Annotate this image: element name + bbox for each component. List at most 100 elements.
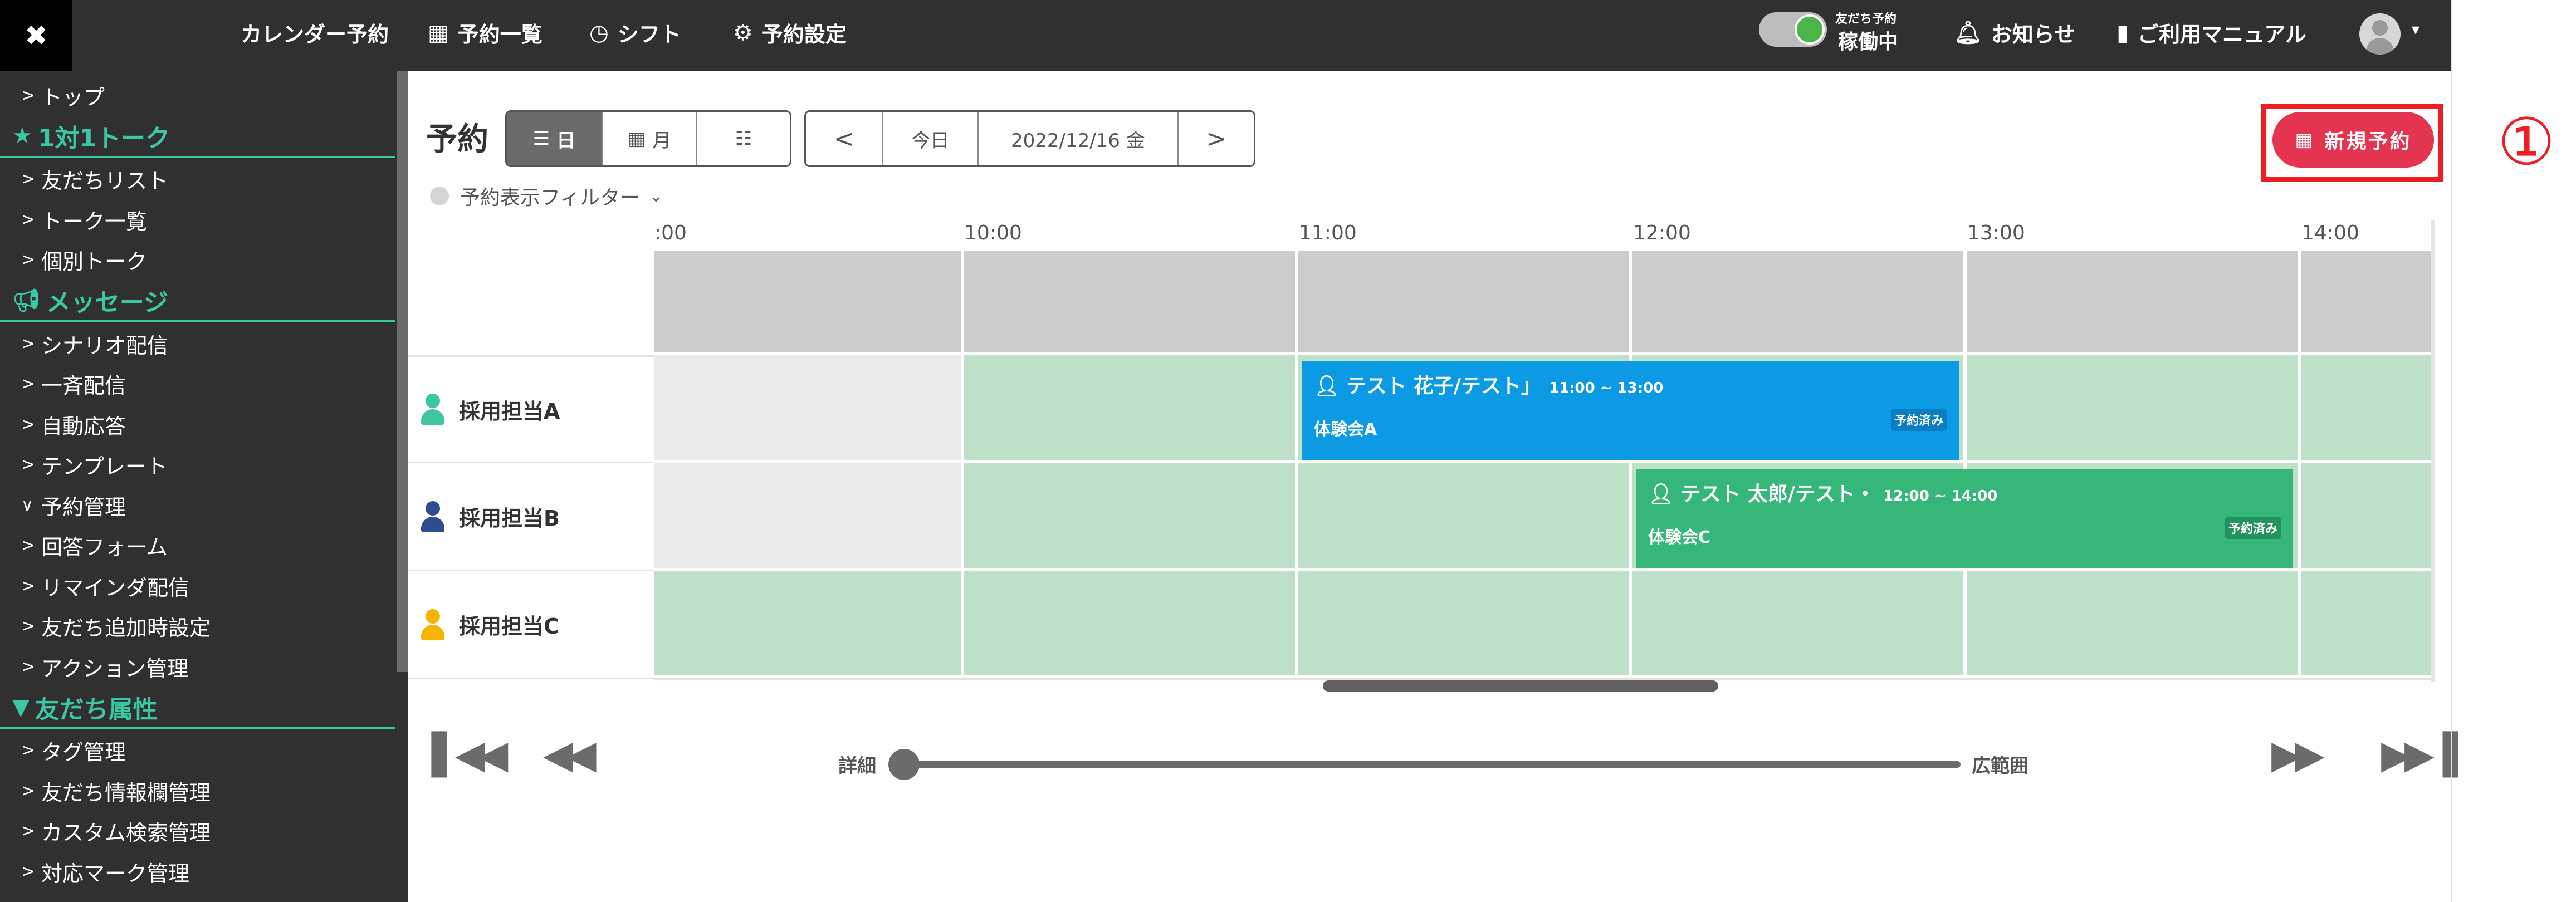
sidebar-item-label: トーク一覧 (41, 209, 148, 234)
time-slot[interactable] (1632, 571, 1967, 678)
toggle-knob (1795, 14, 1825, 45)
time-slot[interactable] (964, 571, 1298, 678)
current-date-label: 2022/12/16 金 (1010, 129, 1145, 152)
sidebar-item[interactable]: > カスタム検索管理 (0, 811, 395, 851)
resource-row: 採用担当A (408, 355, 654, 463)
skip-first-button[interactable]: ▌◀◀ (432, 735, 508, 774)
manual-link[interactable]: ▮ ご利用マニュアル (2116, 0, 2306, 65)
avatar-caret-icon[interactable]: ▾ (2412, 20, 2419, 38)
skip-last-button[interactable]: ▶▶▐ (2381, 735, 2457, 774)
chevron-right-icon: > (21, 616, 36, 636)
view-month-button[interactable]: ▦ 月 (603, 112, 697, 165)
view-month-label: 月 (652, 129, 672, 152)
header-slot (2301, 251, 2431, 355)
prev-day-button[interactable]: < (806, 112, 883, 165)
skip-forward-button[interactable]: ▶▶ (2271, 735, 2325, 774)
today-label: 今日 (911, 129, 950, 152)
sidebar-item[interactable]: > 個別トーク (0, 240, 395, 280)
avatar[interactable] (2359, 13, 2401, 55)
sidebar-item[interactable]: > 回答フォーム (0, 526, 395, 566)
header-slot (654, 251, 964, 355)
view-list-button[interactable]: ☷ (697, 112, 790, 165)
close-menu-button[interactable]: ✖ (0, 0, 72, 71)
sidebar-item[interactable]: > タグ管理 (0, 731, 395, 771)
nav-calendar-reservation-label: カレンダー予約 (241, 22, 389, 47)
nav-reservation-settings[interactable]: ⚙ 予約設定 (733, 0, 847, 65)
current-date[interactable]: 2022/12/16 金 (979, 112, 1179, 165)
chevron-right-icon: > (21, 821, 36, 841)
sidebar-item[interactable]: > テンプレート (0, 445, 395, 485)
timeline-edge (2431, 220, 2435, 682)
timeline-grid[interactable] (654, 251, 2431, 678)
sidebar-item[interactable]: > 友だち情報欄管理 (0, 771, 395, 811)
notifications-link[interactable]: 🔔︎ お知らせ (1954, 0, 2075, 65)
time-slot[interactable] (1298, 571, 1632, 678)
event-time: 12:00 ~ 14:00 (1883, 488, 1998, 504)
sidebar-item-label: 予約管理 (41, 494, 126, 519)
sidebar-item[interactable]: > 自動応答 (0, 404, 395, 444)
step-annotation: ① (2497, 105, 2555, 180)
status-badge: 予約済み (1890, 409, 1947, 431)
person-icon (420, 609, 446, 640)
star-icon: ★ (12, 122, 32, 149)
time-slot[interactable] (964, 463, 1298, 571)
time-slot[interactable] (1967, 355, 2301, 463)
next-day-button[interactable]: > (1179, 112, 1254, 165)
reservation-filter-toggle[interactable]: 予約表示フィルター ⌄ (430, 182, 663, 210)
sidebar-item-label: 友だち情報欄管理 (41, 780, 211, 805)
sidebar-item[interactable]: > 友だちリスト (0, 159, 395, 199)
today-button[interactable]: 今日 (883, 112, 979, 165)
sidebar-item-label: シナリオ配信 (41, 333, 169, 358)
sidebar-item[interactable]: > トーク一覧 (0, 199, 395, 239)
nav-reservation-list-label: 予約一覧 (457, 22, 542, 47)
person-small-icon: 👤︎ (1648, 483, 1681, 506)
new-reservation-button[interactable]: ▦ 新規予約 (2272, 112, 2434, 168)
nav-reservation-list[interactable]: ▦ 予約一覧 (428, 0, 542, 65)
gear-icon: ⚙ (733, 19, 753, 46)
nav-shift-label: シフト (617, 22, 681, 47)
sidebar-scrollbar[interactable] (397, 71, 408, 672)
sidebar-item[interactable]: > 対応マーク管理 (0, 851, 395, 891)
view-day-button[interactable]: ☰ 日 (507, 112, 603, 165)
nav-shift[interactable]: ◷ シフト (589, 0, 681, 65)
timeline-scrollbar[interactable] (1323, 680, 1718, 692)
filter-dot-icon (430, 187, 449, 205)
clock-icon: ◷ (589, 19, 609, 46)
time-slot[interactable] (1967, 571, 2301, 678)
sidebar-item-label: 友だち追加時設定 (41, 616, 211, 640)
sidebar-item[interactable]: > アクション管理 (0, 646, 395, 687)
status-badge: 予約済み (2225, 517, 2281, 539)
bell-icon: 🔔︎ (1954, 20, 1982, 46)
sidebar-item[interactable]: > 友だち追加時設定 (0, 606, 395, 646)
sidebar-item-label: アクション管理 (41, 656, 189, 681)
reservation-event[interactable]: 👤︎ テスト 太郎/テスト・ 12:00 ~ 14:00 体験会C 予約済み (1636, 469, 2293, 568)
time-slot[interactable] (2301, 571, 2431, 678)
sidebar-item[interactable]: > 一斉配信 (0, 364, 395, 404)
time-slot[interactable] (654, 571, 964, 678)
zoom-detail-label: 詳細 (838, 755, 876, 777)
zoom-slider-track[interactable] (891, 761, 1961, 768)
time-slot[interactable] (654, 355, 964, 463)
chevron-right-icon: > (21, 455, 36, 474)
time-slot[interactable] (1298, 463, 1632, 571)
sidebar-section-label: メッセージ (46, 288, 168, 317)
time-label: 10:00 (964, 222, 1022, 244)
time-slot[interactable] (654, 463, 964, 571)
time-slot[interactable] (964, 355, 1298, 463)
time-slot[interactable] (2301, 355, 2431, 463)
sidebar-item[interactable]: > リマインダ配信 (0, 566, 395, 606)
reservation-event[interactable]: 👤︎ テスト 花子/テスト」 11:00 ~ 13:00 体験会A 予約済み (1302, 361, 1959, 460)
sidebar-section-header: 📢︎ メッセージ (0, 280, 395, 322)
page-title: 予約 (426, 121, 488, 158)
time-slot[interactable] (2301, 463, 2431, 571)
sidebar-item[interactable]: > トップ (0, 75, 395, 115)
zoom-slider-thumb[interactable] (888, 749, 920, 780)
status-toggle[interactable] (1759, 12, 1827, 47)
chevron-left-icon: < (834, 124, 854, 153)
resource-name: 採用担当C (459, 614, 559, 639)
nav-calendar-reservation[interactable]: カレンダー予約 (241, 0, 389, 65)
skip-back-button[interactable]: ◀◀ (543, 735, 597, 774)
sidebar-item[interactable]: > シナリオ配信 (0, 323, 395, 364)
chevron-right-icon: > (21, 250, 36, 269)
sidebar-item[interactable]: ∨ 予約管理 (0, 485, 395, 525)
